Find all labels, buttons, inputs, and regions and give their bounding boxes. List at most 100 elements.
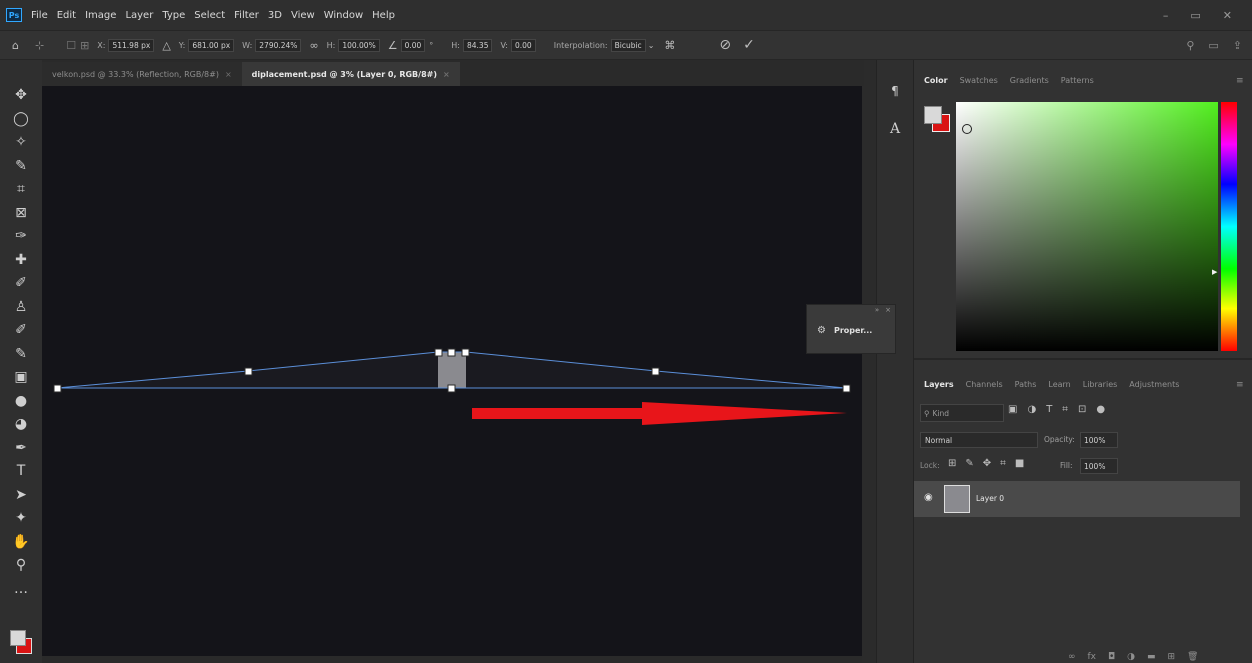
tab-swatches[interactable]: Swatches [960,76,998,85]
type-filter-icon[interactable]: T [1046,404,1052,415]
lasso-tool-icon[interactable]: ◯ [0,108,42,130]
tab-learn[interactable]: Learn [1048,380,1070,389]
tab-layers[interactable]: Layers [924,380,954,389]
smart-object-filter-icon[interactable]: ⊡ [1078,404,1086,415]
w-field[interactable]: 2790.24% [255,38,302,52]
h-field[interactable]: 100.00% [338,38,380,52]
restore-button[interactable]: ▭ [1190,9,1200,22]
transform-handle[interactable] [842,384,851,393]
close-icon[interactable]: × [225,70,232,79]
transform-handle[interactable] [244,367,253,376]
type-tool-icon[interactable]: T [0,460,42,482]
tab-paths[interactable]: Paths [1015,380,1037,389]
panel-menu-icon[interactable]: ≡ [1236,380,1244,390]
menu-3d[interactable]: 3D [268,10,282,21]
filter-toggle-icon[interactable]: ● [1096,404,1105,415]
tab-channels[interactable]: Channels [966,380,1003,389]
properties-icon[interactable]: ⚙ [817,325,826,336]
lock-transparent-icon[interactable]: ⊞ [948,458,956,469]
warp-icon[interactable]: ⌘ [664,39,675,52]
foreground-color-swatch[interactable] [924,106,942,124]
layer-name[interactable]: Layer 0 [976,494,1004,503]
tab-libraries[interactable]: Libraries [1083,380,1118,389]
share-icon[interactable]: ⇪ [1233,39,1242,52]
path-selection-tool-icon[interactable]: ➤ [0,484,42,506]
transform-handle[interactable] [651,367,660,376]
search-icon[interactable]: ⚲ [1186,39,1194,52]
chevron-down-icon[interactable]: ⌄ [648,41,655,50]
pixel-filter-icon[interactable]: ▣ [1008,404,1017,415]
brush-tool-icon[interactable]: ✐ [0,272,42,294]
document-canvas[interactable] [42,86,862,656]
hue-slider[interactable] [1221,102,1237,351]
fx-icon[interactable]: fx [1088,652,1097,662]
color-picker-cursor[interactable] [962,124,972,134]
menu-edit[interactable]: Edit [57,10,76,21]
clone-stamp-tool-icon[interactable]: ♙ [0,296,42,318]
toolbar-foreground-swatch[interactable] [10,630,26,646]
menu-layer[interactable]: Layer [125,10,153,21]
opacity-field[interactable]: 100% [1080,432,1118,448]
menu-window[interactable]: Window [324,10,363,21]
eyedropper-tool-icon[interactable]: ✑ [0,225,42,247]
cancel-transform-icon[interactable]: ⊘ [719,37,731,53]
more-tools-icon[interactable]: … [0,578,42,600]
lock-all-icon[interactable]: ■ [1015,458,1024,469]
eye-icon[interactable]: ◉ [924,492,933,503]
healing-brush-tool-icon[interactable]: ✚ [0,249,42,271]
menu-file[interactable]: File [31,10,48,21]
transform-handle[interactable] [447,384,456,393]
angle-field[interactable]: 0.00 [400,38,426,52]
panel-menu-icon[interactable]: ≡ [1236,76,1244,86]
layer-thumbnail[interactable] [944,485,970,513]
transform-handle[interactable] [447,348,456,357]
character-icon[interactable]: A [877,118,913,140]
x-field[interactable]: 511.98 px [108,38,155,52]
reference-point-icon[interactable]: ⊞ [80,39,89,52]
hskew-field[interactable]: 84.35 [463,38,493,52]
delete-layer-icon[interactable]: 🗑 [1187,652,1198,662]
link-layers-icon[interactable]: ∞ [1068,652,1076,662]
close-button[interactable]: ✕ [1223,9,1232,22]
adjustment-filter-icon[interactable]: ◑ [1027,404,1036,415]
lock-position-icon[interactable]: ✥ [983,458,991,469]
paragraph-icon[interactable]: ¶ [877,80,913,102]
history-brush-tool-icon[interactable]: ✐ [0,319,42,341]
shape-filter-icon[interactable]: ⌗ [1062,404,1068,415]
color-picker-field[interactable] [956,102,1218,351]
tab-diplacement[interactable]: diplacement.psd @ 3% (Layer 0, RGB/8#) × [241,62,460,86]
pen-tool-icon[interactable]: ✒ [0,437,42,459]
blend-mode-select[interactable]: Normal [920,432,1038,448]
y-field[interactable]: 681.00 px [188,38,235,52]
commit-transform-icon[interactable]: ✓ [743,37,755,53]
close-icon[interactable]: × [885,306,891,314]
add-mask-icon[interactable]: ◘ [1108,652,1115,662]
zoom-tool-icon[interactable]: ⚲ [0,554,42,576]
menu-select[interactable]: Select [194,10,225,21]
menu-filter[interactable]: Filter [234,10,259,21]
fill-field[interactable]: 100% [1080,458,1118,474]
hue-slider-marker[interactable]: ▶ [1212,268,1217,276]
transform-handle[interactable] [461,348,470,357]
tab-adjustments[interactable]: Adjustments [1129,380,1179,389]
tab-color[interactable]: Color [924,76,948,85]
hand-tool-icon[interactable]: ✋ [0,531,42,553]
delta-icon[interactable]: △ [162,39,170,52]
workspace-icon[interactable]: ▭ [1208,39,1218,52]
blur-tool-icon[interactable]: ● [0,390,42,412]
lock-paint-icon[interactable]: ✎ [965,458,973,469]
menu-image[interactable]: Image [85,10,116,21]
tab-gradients[interactable]: Gradients [1010,76,1049,85]
transform-tool-icon[interactable]: ⊹ [35,39,44,52]
dodge-tool-icon[interactable]: ◕ [0,413,42,435]
link-icon[interactable]: ∞ [309,39,318,52]
layer-filter-select[interactable]: ⚲ Kind [920,404,1004,422]
home-icon[interactable]: ⌂ [12,39,19,52]
transform-handle[interactable] [434,348,443,357]
tab-velkon[interactable]: velkon.psd @ 33.3% (Reflection, RGB/8#) … [42,62,242,86]
gradient-tool-icon[interactable]: ▣ [0,366,42,388]
reference-point-checkbox[interactable]: ☐ [66,39,76,52]
lock-artboard-icon[interactable]: ⌗ [1000,458,1006,469]
minimize-button[interactable]: – [1163,9,1169,22]
magic-wand-tool-icon[interactable]: ✧ [0,131,42,153]
